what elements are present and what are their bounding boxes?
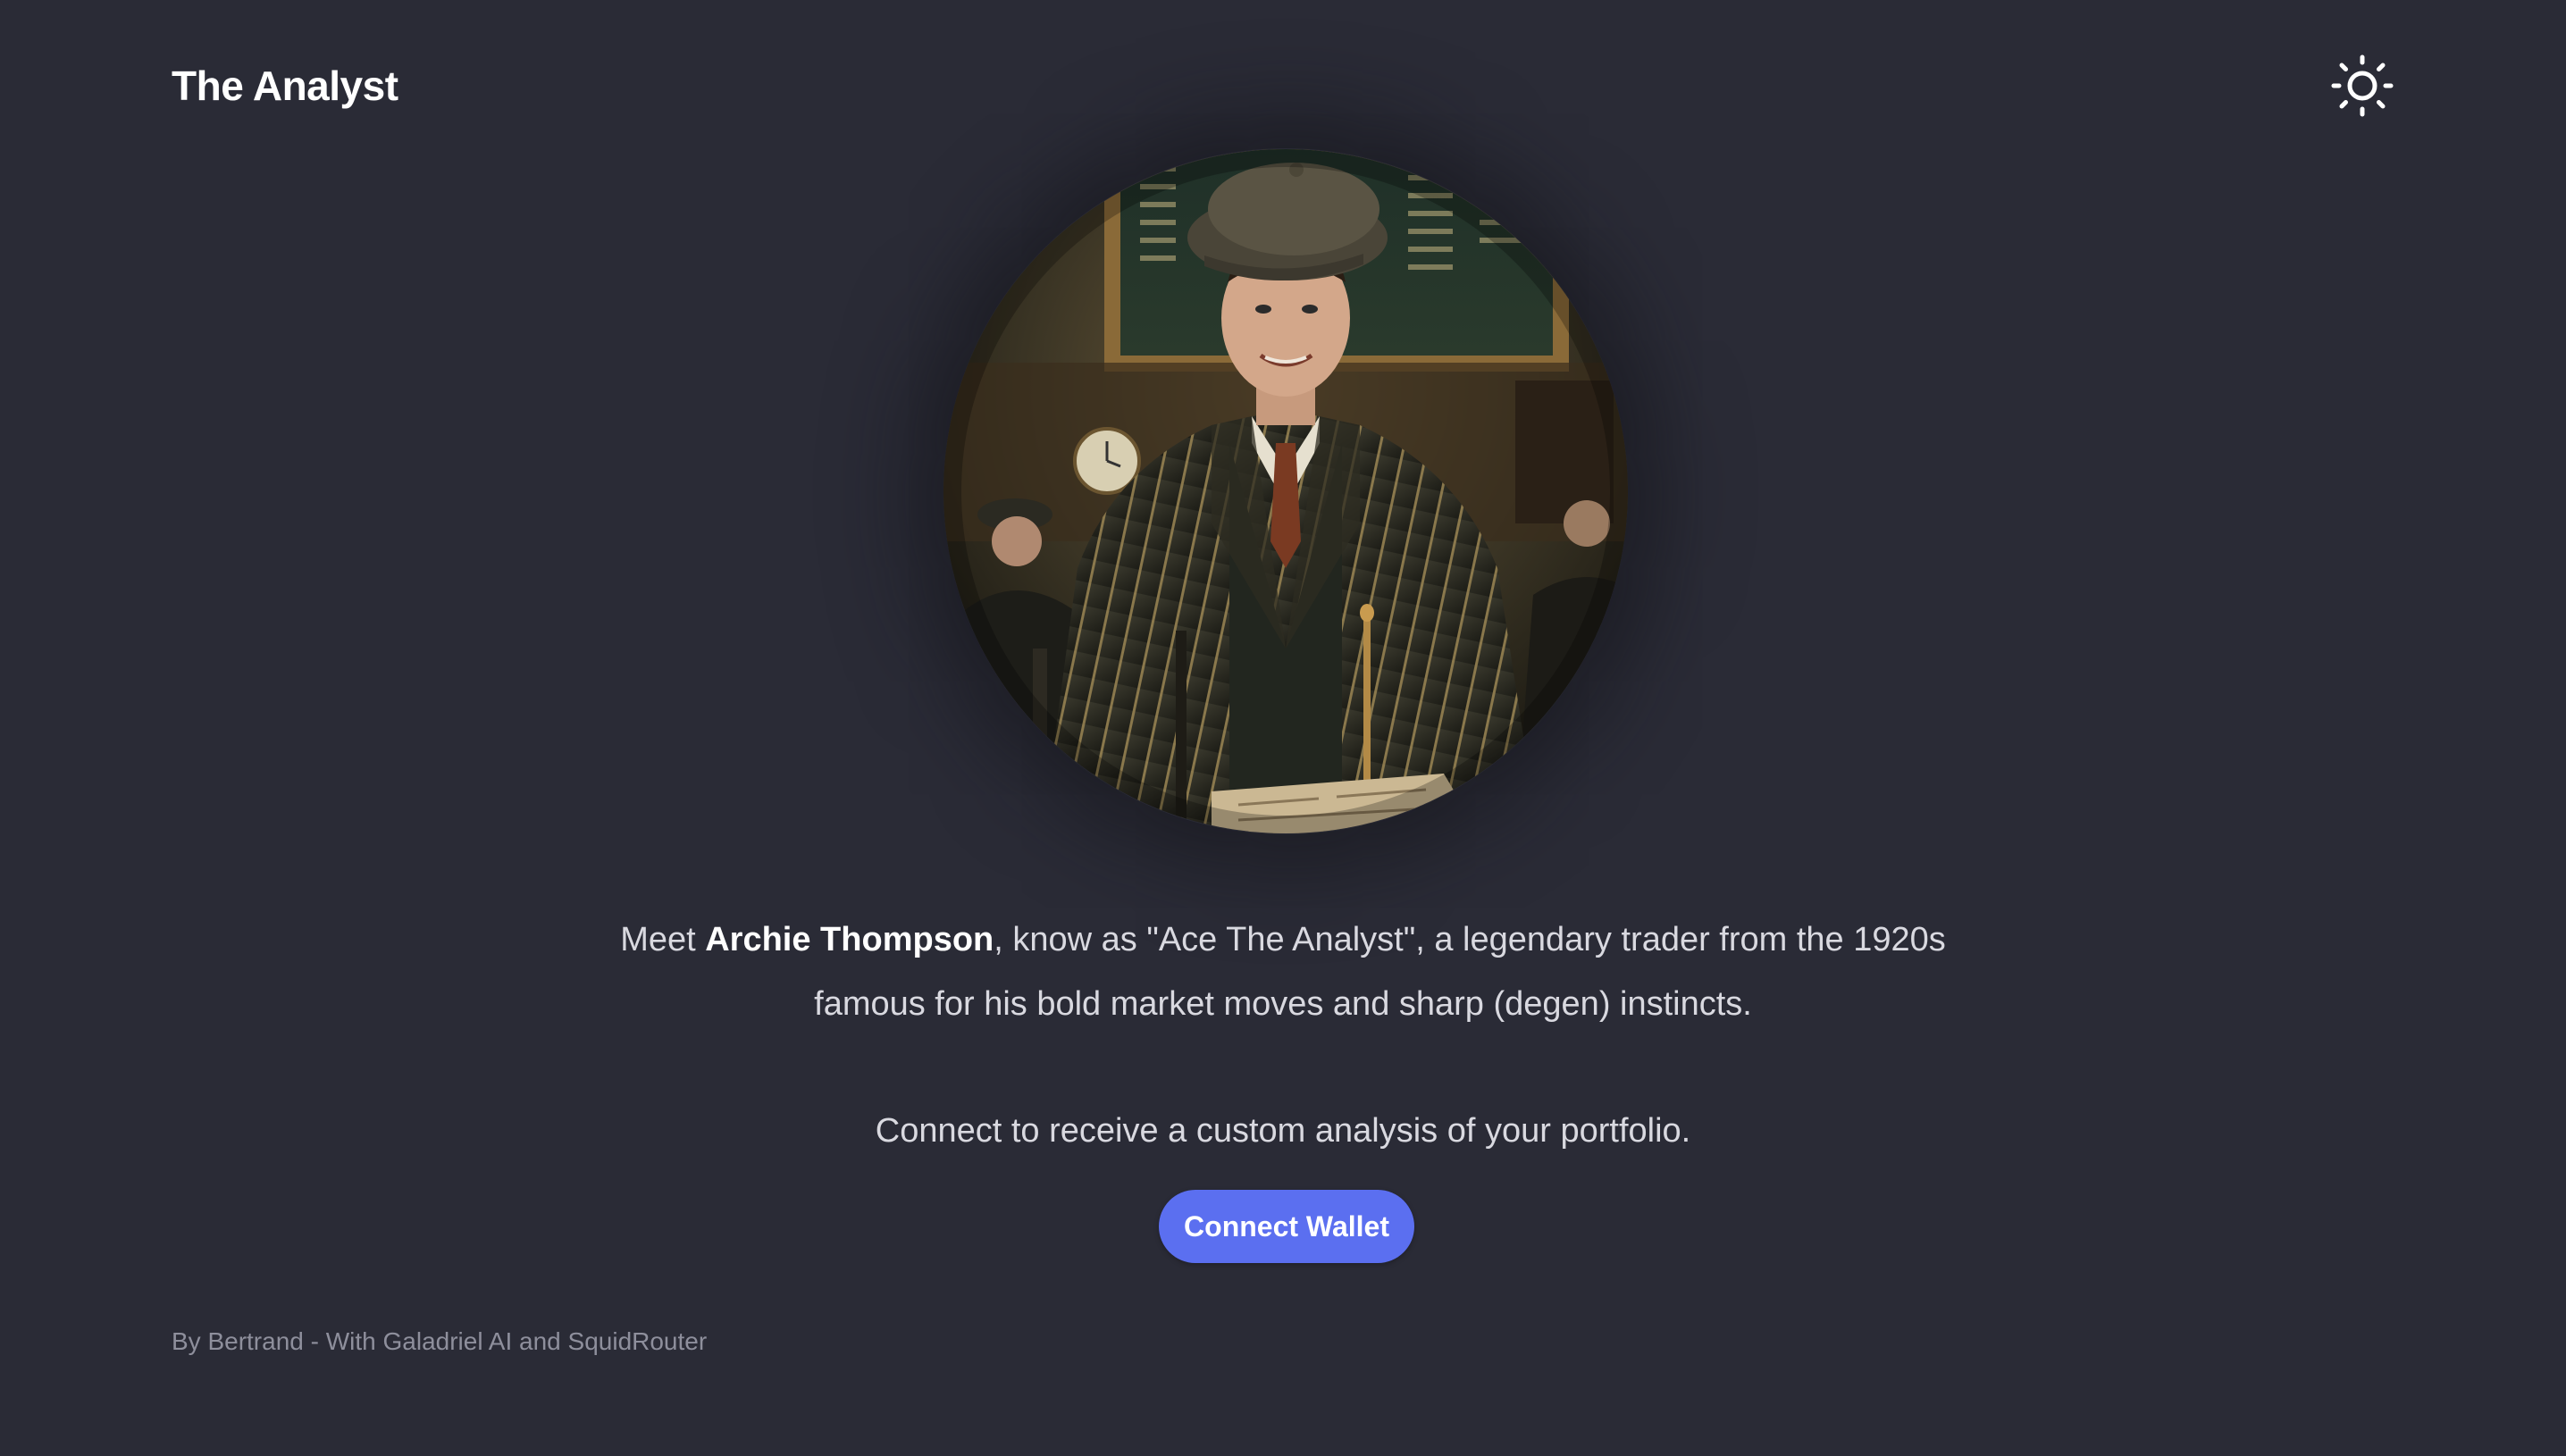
portrait-frame	[943, 148, 1628, 834]
brand-title: The Analyst	[172, 63, 398, 109]
analyst-portrait-image	[943, 149, 1628, 833]
intro-line-1: Meet Archie Thompson, know as "Ace The A…	[0, 908, 2566, 972]
intro-line-2: famous for his bold market moves and sha…	[814, 985, 1752, 1023]
intro-paragraph: Meet Archie Thompson, know as "Ace The A…	[0, 908, 2566, 1036]
connect-prompt-text: Connect to receive a custom analysis of …	[875, 1112, 1691, 1150]
intro-suffix: , know as "Ace The Analyst", a legendary…	[994, 921, 1946, 958]
theme-toggle-button[interactable]	[2327, 52, 2398, 120]
footer-credit: By Bertrand - With Galadriel AI and Squi…	[172, 1327, 708, 1355]
intro-prefix: Meet	[620, 921, 706, 958]
landing-page: The Analyst Meet Archie Thompson, know a…	[0, 0, 2566, 1456]
connect-wallet-button[interactable]: Connect Wallet	[1159, 1190, 1414, 1263]
analyst-name: Archie Thompson	[705, 921, 994, 958]
sun-icon	[2327, 52, 2398, 120]
